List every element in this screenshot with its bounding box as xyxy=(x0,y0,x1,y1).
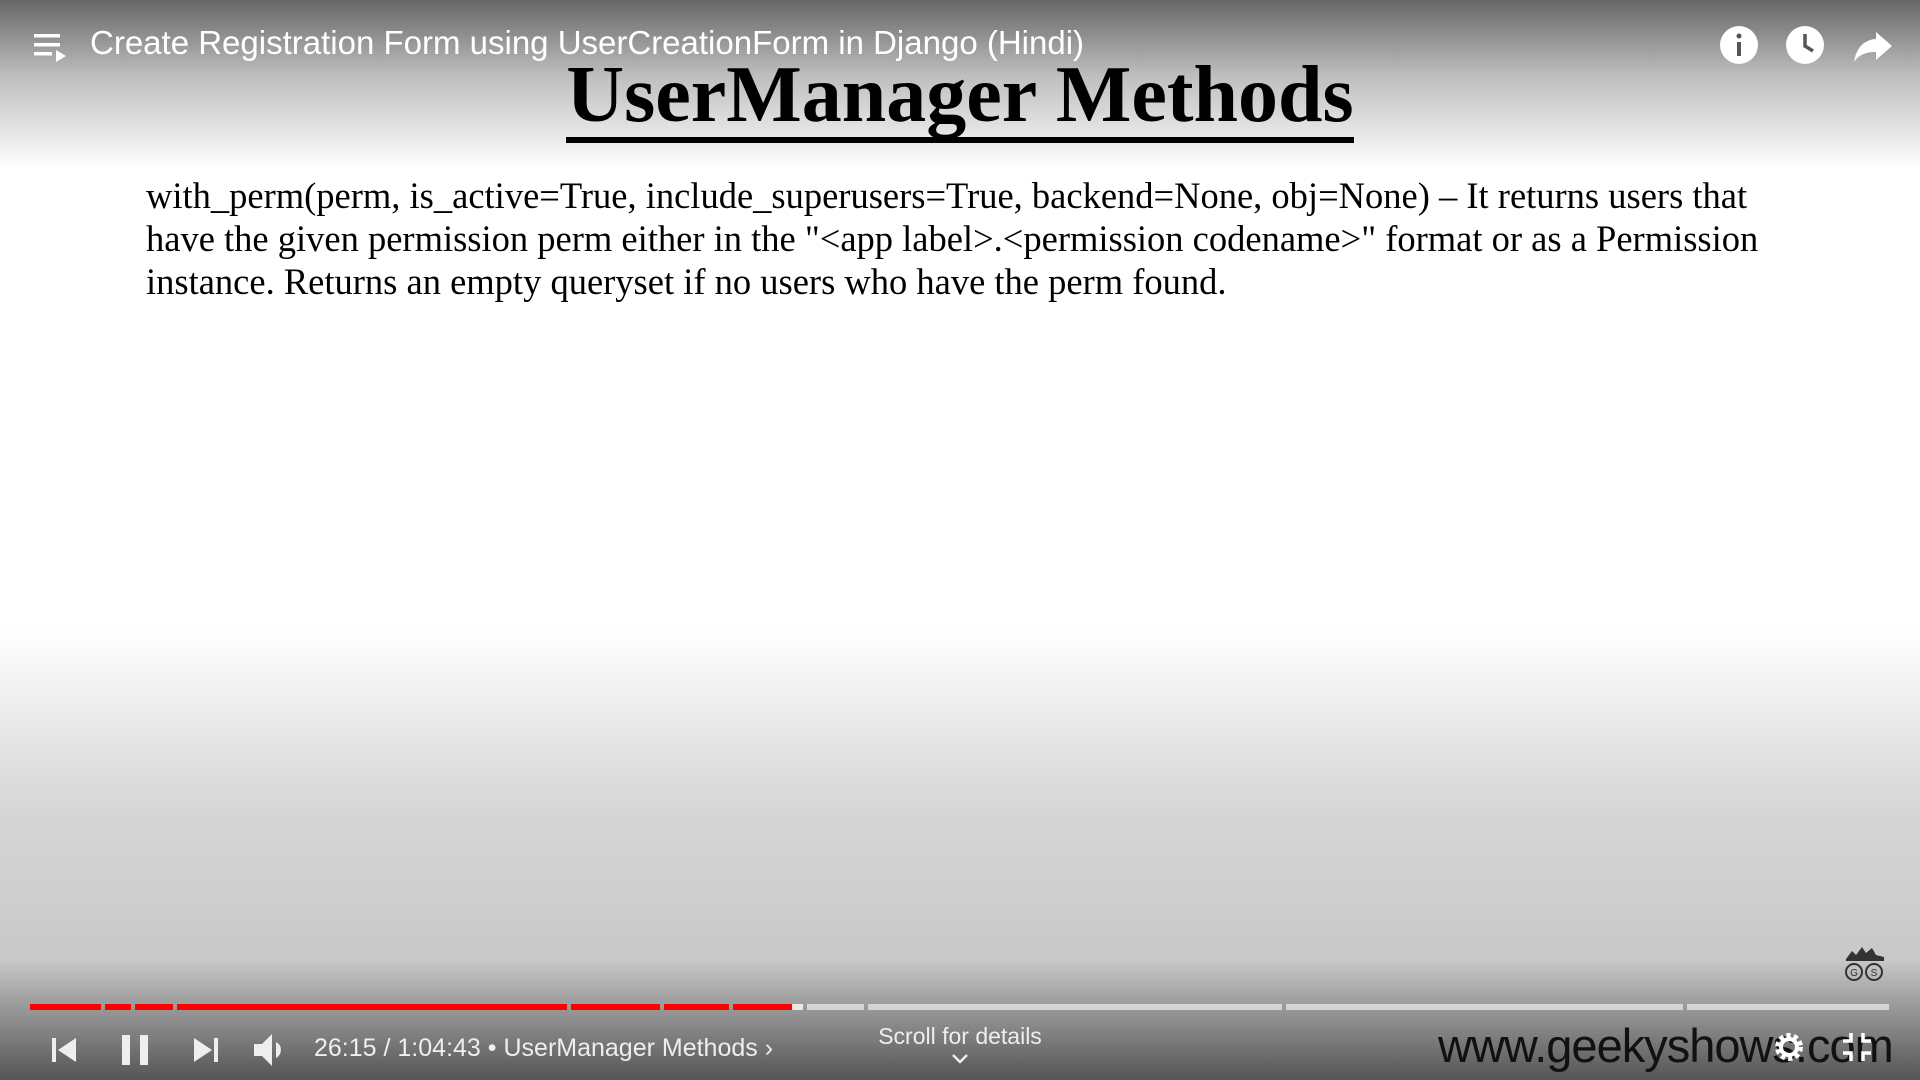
exit-fullscreen-icon[interactable] xyxy=(1840,1030,1874,1064)
svg-text:S: S xyxy=(1871,968,1878,979)
chapter-played[interactable] xyxy=(664,1004,729,1010)
chapter-played[interactable] xyxy=(571,1004,660,1010)
watch-later-icon[interactable] xyxy=(1784,24,1826,66)
watermark-site: www.geekyshows.com xyxy=(1438,1019,1894,1072)
buffered xyxy=(792,1004,803,1010)
playlist-icon[interactable] xyxy=(34,32,68,62)
slide-body: with_perm(perm, is_active=True, include_… xyxy=(146,175,1759,302)
geekyshows-logo: GS xyxy=(1845,947,1884,981)
settings-gear-icon[interactable] xyxy=(1772,1030,1806,1064)
progress-bar[interactable] xyxy=(30,1004,1890,1010)
chapter-unplayed[interactable] xyxy=(1687,1004,1889,1010)
chapter-played[interactable] xyxy=(30,1004,101,1010)
chapter-current[interactable] xyxy=(733,1004,792,1010)
chapter-played[interactable] xyxy=(105,1004,131,1010)
chapter-unplayed[interactable] xyxy=(1286,1004,1683,1010)
chapter-unplayed[interactable] xyxy=(868,1004,1282,1010)
chapter-played[interactable] xyxy=(177,1004,567,1010)
chapter-unplayed[interactable] xyxy=(807,1004,864,1010)
info-icon[interactable] xyxy=(1718,24,1760,66)
video-title[interactable]: Create Registration Form using UserCreat… xyxy=(90,24,1084,62)
chapter-played[interactable] xyxy=(135,1004,173,1010)
chevron-down-icon[interactable] xyxy=(950,1052,970,1066)
share-icon[interactable] xyxy=(1852,24,1894,66)
svg-text:G: G xyxy=(1850,968,1858,979)
top-bar: Create Registration Form using UserCreat… xyxy=(0,0,1920,90)
